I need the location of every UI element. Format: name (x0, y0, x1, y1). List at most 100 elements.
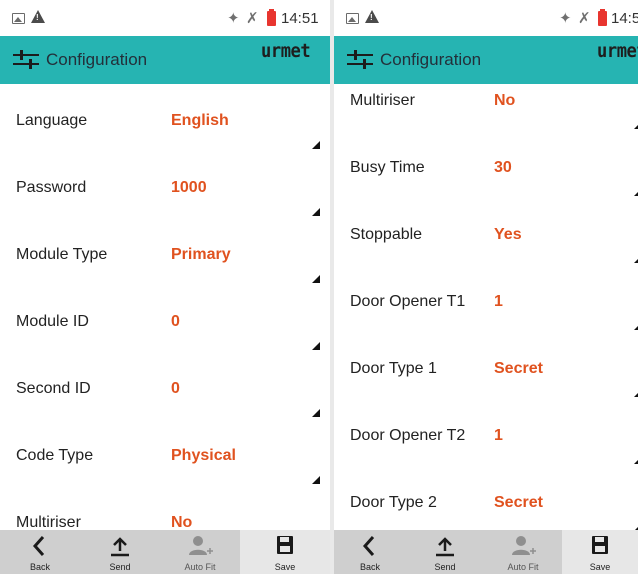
setting-value: Yes (494, 226, 522, 243)
setting-value: Secret (494, 494, 543, 511)
setting-row-password[interactable]: Password 1000 (0, 151, 330, 218)
status-bar: ✦ ✗ 14:51 (0, 0, 330, 36)
floppy-save-icon (277, 536, 293, 554)
send-label: Send (434, 562, 456, 572)
brand-logo: urmet (261, 40, 311, 62)
setting-label: Password (16, 179, 87, 196)
brand-logo: urmet (597, 40, 638, 62)
image-icon (12, 13, 25, 24)
setting-row-language[interactable]: Language English (0, 84, 330, 151)
dropdown-caret-icon[interactable] (312, 141, 320, 149)
send-label: Send (109, 562, 131, 572)
back-button[interactable]: Back (334, 530, 406, 574)
page-title: Configuration (380, 50, 482, 69)
add-user-icon (512, 536, 536, 555)
setting-value: Secret (494, 360, 543, 377)
setting-label: Second ID (16, 380, 91, 397)
screen-left: ✦ ✗ 14:51 Configuration urmet Language E… (0, 0, 330, 574)
battery-icon (267, 9, 276, 26)
upload-icon (111, 537, 129, 557)
dropdown-caret-icon[interactable] (634, 255, 638, 263)
config-sliders-icon[interactable] (12, 49, 40, 71)
bottom-toolbar: Back Send Auto Fit Save (334, 530, 638, 574)
dropdown-caret-icon[interactable] (312, 275, 320, 283)
dropdown-caret-icon[interactable] (634, 322, 638, 330)
setting-value: 1 (494, 293, 503, 310)
setting-row-module-type[interactable]: Module Type Primary (0, 218, 330, 285)
setting-row-door-type-2[interactable]: Door Type 2 Secret (334, 466, 638, 530)
save-button[interactable]: Save (240, 530, 330, 574)
dropdown-caret-icon[interactable] (634, 456, 638, 464)
setting-label: Stoppable (350, 226, 423, 243)
auto-fit-button[interactable]: Auto Fit (484, 530, 562, 574)
dropdown-caret-icon[interactable] (312, 342, 320, 350)
mute-icon: ✗ (246, 10, 259, 27)
setting-label: Multiriser (16, 514, 81, 530)
back-label: Back (359, 562, 380, 572)
send-button[interactable]: Send (406, 530, 484, 574)
settings-list: Multiriser No Busy Time 30 Stoppable Yes… (334, 84, 638, 530)
setting-row-busy-time[interactable]: Busy Time 30 (334, 131, 638, 198)
setting-label: Door Opener T1 (350, 293, 466, 310)
add-user-icon (189, 536, 213, 555)
setting-value: No (171, 514, 193, 530)
setting-row-door-type-1[interactable]: Door Type 1 Secret (334, 332, 638, 399)
app-bar: Configuration urmet (334, 36, 638, 84)
setting-value: 0 (171, 313, 180, 330)
back-chevron-icon (32, 536, 45, 556)
back-button[interactable]: Back (0, 530, 80, 574)
setting-row-multiriser[interactable]: Multiriser No (334, 84, 638, 131)
mute-icon: ✗ (578, 10, 591, 27)
setting-value: Physical (171, 447, 236, 464)
save-button[interactable]: Save (562, 530, 638, 574)
setting-label: Module ID (16, 313, 89, 330)
setting-row-door-opener-t2[interactable]: Door Opener T2 1 (334, 399, 638, 466)
back-chevron-icon (362, 536, 375, 556)
setting-value: 1 (494, 427, 503, 444)
floppy-save-icon (592, 536, 608, 554)
send-button[interactable]: Send (80, 530, 160, 574)
back-label: Back (29, 562, 50, 572)
bluetooth-icon: ✦ (559, 10, 572, 27)
status-bar: ✦ ✗ 14:52 (334, 0, 638, 36)
setting-row-module-id[interactable]: Module ID 0 (0, 285, 330, 352)
dropdown-caret-icon[interactable] (634, 188, 638, 196)
dropdown-caret-icon[interactable] (312, 476, 320, 484)
setting-label: Busy Time (350, 159, 425, 176)
screen-right: ✦ ✗ 14:52 Configuration urmet Multiriser… (334, 0, 638, 574)
setting-label: Door Type 1 (350, 360, 437, 377)
page-title: Configuration (46, 50, 148, 69)
setting-label: Door Opener T2 (350, 427, 466, 444)
setting-row-second-id[interactable]: Second ID 0 (0, 352, 330, 419)
save-label: Save (274, 562, 296, 572)
setting-row-door-opener-t1[interactable]: Door Opener T1 1 (334, 265, 638, 332)
auto-fit-label: Auto Fit (184, 562, 216, 572)
setting-value: No (494, 92, 516, 109)
dropdown-caret-icon[interactable] (634, 121, 638, 129)
bluetooth-icon: ✦ (227, 10, 240, 27)
setting-value: English (171, 112, 229, 129)
warning-icon (365, 10, 379, 23)
clock: 14:51 (281, 10, 319, 27)
setting-row-stoppable[interactable]: Stoppable Yes (334, 198, 638, 265)
clock: 14:52 (611, 10, 638, 27)
setting-value: Primary (171, 246, 231, 263)
setting-label: Multiriser (350, 92, 415, 109)
settings-list: Language English Password 1000 Module Ty… (0, 84, 330, 530)
setting-row-code-type[interactable]: Code Type Physical (0, 419, 330, 486)
dropdown-caret-icon[interactable] (312, 409, 320, 417)
battery-icon (598, 9, 607, 26)
dropdown-caret-icon[interactable] (634, 389, 638, 397)
dropdown-caret-icon[interactable] (634, 523, 638, 530)
app-bar: Configuration urmet (0, 36, 330, 84)
config-sliders-icon[interactable] (346, 49, 374, 71)
upload-icon (436, 537, 454, 557)
auto-fit-button[interactable]: Auto Fit (160, 530, 240, 574)
bottom-toolbar: Back Send Auto Fit Save (0, 530, 330, 574)
dropdown-caret-icon[interactable] (312, 208, 320, 216)
setting-label: Code Type (16, 447, 94, 464)
setting-value: 1000 (171, 179, 207, 196)
auto-fit-label: Auto Fit (507, 562, 539, 572)
setting-label: Language (16, 112, 88, 129)
setting-row-multiriser[interactable]: Multiriser No (0, 486, 330, 530)
